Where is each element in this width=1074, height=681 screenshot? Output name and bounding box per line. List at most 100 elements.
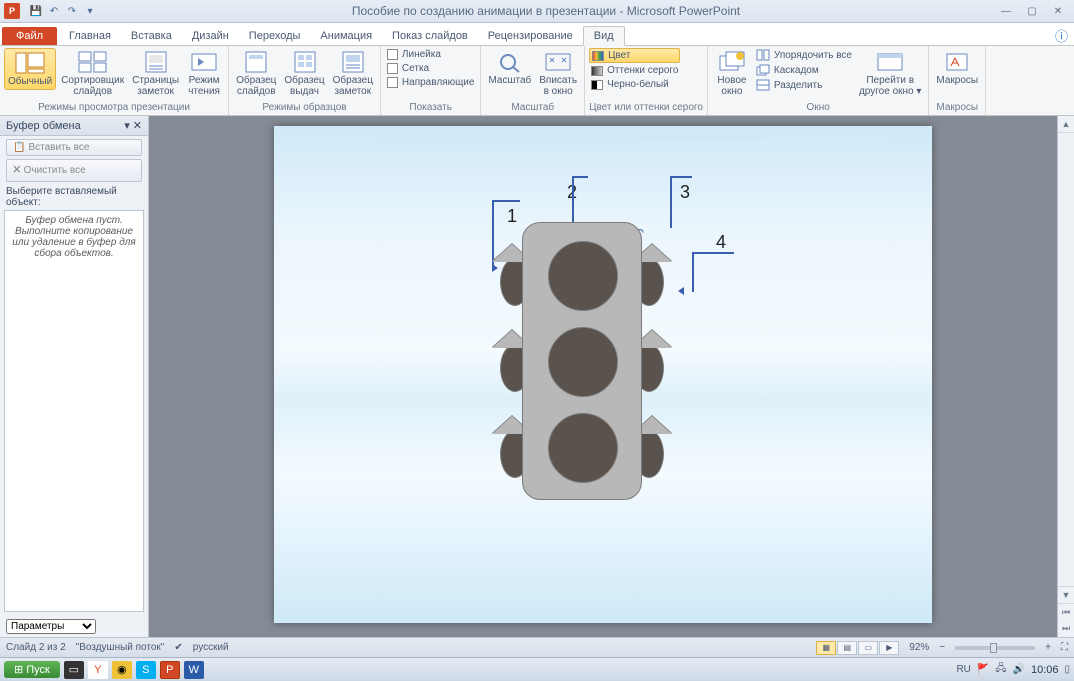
tab-animation[interactable]: Анимация: [310, 27, 382, 45]
close-button[interactable]: ✕: [1046, 3, 1070, 19]
arrange-all-button[interactable]: Упорядочить все: [754, 48, 854, 62]
zoom-percent[interactable]: 92%: [909, 642, 929, 653]
tray-flag-icon[interactable]: 🚩: [977, 664, 989, 675]
group-window-label: Окно: [712, 101, 925, 115]
spellcheck-icon[interactable]: ✔: [174, 642, 182, 653]
view-notes-label: Страницы заметок: [132, 75, 179, 97]
scroll-up-icon[interactable]: ▲: [1058, 116, 1074, 133]
tab-home[interactable]: Главная: [59, 27, 121, 45]
color-mode-label: Цвет: [608, 50, 630, 61]
group-macros: Макросы Макросы: [929, 46, 986, 115]
macros-button[interactable]: Макросы: [933, 48, 981, 88]
maximize-button[interactable]: ▢: [1020, 3, 1044, 19]
clipboard-task-pane: Буфер обмена ▾ ✕ 📋Вставить все 🗙Очистить…: [0, 116, 149, 637]
tab-insert[interactable]: Вставка: [121, 27, 182, 45]
start-button[interactable]: ⊞Пуск: [4, 661, 60, 678]
view-reading-button[interactable]: Режим чтения: [184, 48, 224, 99]
guides-checkbox[interactable]: Направляющие: [385, 76, 477, 89]
tab-view[interactable]: Вид: [583, 26, 625, 46]
reading-view-shortcut[interactable]: ▭: [858, 641, 878, 655]
master-handout-button[interactable]: Образец выдач: [281, 48, 327, 99]
ruler-checkbox[interactable]: Линейка: [385, 48, 477, 61]
taskbar-yandex-icon[interactable]: Y: [88, 661, 108, 679]
taskbar-word-icon[interactable]: W: [184, 661, 204, 679]
tray-show-desktop[interactable]: ▯: [1064, 664, 1070, 675]
prev-slide-icon[interactable]: ⏮: [1062, 607, 1070, 618]
next-slide-icon[interactable]: ⏭: [1062, 623, 1070, 634]
split-button[interactable]: Разделить: [754, 78, 854, 92]
slide-canvas[interactable]: 1 2 3 ↶ 4: [274, 126, 932, 623]
redo-icon[interactable]: ↷: [64, 3, 80, 19]
ribbon: Обычный Сортировщик слайдов Страницы зам…: [0, 46, 1074, 116]
view-normal-button[interactable]: Обычный: [4, 48, 56, 90]
taskbar-app-1[interactable]: ▭: [64, 661, 84, 679]
tab-review[interactable]: Рецензирование: [478, 27, 583, 45]
system-tray: RU 🚩 🖧 🔊 10:06 ▯: [956, 661, 1070, 678]
help-icon[interactable]: ⓘ: [1055, 26, 1068, 45]
taskbar-powerpoint-icon[interactable]: P: [160, 661, 180, 679]
zoom-out-button[interactable]: −: [939, 642, 945, 653]
grayscale-mode-button[interactable]: Оттенки серого: [589, 64, 680, 77]
tab-slideshow[interactable]: Показ слайдов: [382, 27, 478, 45]
view-sorter-button[interactable]: Сортировщик слайдов: [58, 48, 127, 99]
scroll-down-icon[interactable]: ▼: [1058, 586, 1074, 603]
callout-line-2h: [572, 176, 588, 178]
taskpane-close-icon[interactable]: ✕: [133, 120, 142, 132]
tray-network-icon[interactable]: 🖧: [995, 661, 1006, 678]
traffic-light-body: [522, 222, 642, 500]
zoom-label: Масштаб: [488, 75, 531, 86]
sorter-view-shortcut[interactable]: ▤: [837, 641, 857, 655]
view-reading-label: Режим чтения: [188, 75, 220, 97]
window-title: Пособие по созданию анимации в презентац…: [98, 4, 994, 18]
fit-to-window-button[interactable]: ⛶: [1061, 642, 1068, 653]
language-status[interactable]: русский: [193, 642, 229, 653]
color-mode-button[interactable]: Цвет: [589, 48, 680, 63]
windows-taskbar: ⊞Пуск ▭ Y ◉ S P W RU 🚩 🖧 🔊 10:06 ▯: [0, 657, 1074, 681]
vertical-scrollbar[interactable]: ▲ ▼ ⏮ ⏭: [1057, 116, 1074, 637]
slide-counter: Слайд 2 из 2: [6, 642, 66, 653]
sorter-view-icon: [77, 50, 109, 74]
zoom-in-button[interactable]: +: [1045, 642, 1051, 653]
grid-checkbox[interactable]: Сетка: [385, 62, 477, 75]
normal-view-shortcut[interactable]: ▦: [816, 641, 836, 655]
zoom-button[interactable]: Масштаб: [485, 48, 534, 88]
paste-all-button[interactable]: 📋Вставить все: [6, 139, 142, 156]
fit-window-label: Вписать в окно: [539, 75, 577, 97]
cascade-button[interactable]: Каскадом: [754, 63, 854, 77]
cascade-label: Каскадом: [774, 65, 819, 76]
scroll-track[interactable]: [1058, 133, 1074, 586]
slide-workspace[interactable]: 1 2 3 ↶ 4: [149, 116, 1057, 637]
taskbar-chrome-icon[interactable]: ◉: [112, 661, 132, 679]
master-notes-button[interactable]: Образец заметок: [330, 48, 376, 99]
tab-transitions[interactable]: Переходы: [239, 27, 311, 45]
zoom-slider[interactable]: [955, 646, 1035, 650]
callout-line-3h: [670, 176, 692, 178]
minimize-button[interactable]: —: [994, 3, 1018, 19]
title-bar: P 💾 ↶ ↷ ▾ Пособие по созданию анимации в…: [0, 0, 1074, 23]
options-dropdown[interactable]: Параметры: [6, 619, 96, 634]
switch-window-button[interactable]: Перейти в другое окно ▾: [856, 48, 924, 99]
traffic-light-shape[interactable]: [522, 222, 642, 500]
new-window-button[interactable]: Новое окно: [712, 48, 752, 99]
tab-design[interactable]: Дизайн: [182, 27, 239, 45]
clear-all-button[interactable]: 🗙Очистить все: [6, 159, 142, 182]
slideshow-shortcut[interactable]: ▶: [879, 641, 899, 655]
tray-volume-icon[interactable]: 🔊: [1013, 664, 1025, 675]
undo-icon[interactable]: ↶: [46, 3, 62, 19]
group-zoom: Масштаб Вписать в окно Масштаб: [481, 46, 585, 115]
master-slide-button[interactable]: Образец слайдов: [233, 48, 279, 99]
bw-mode-button[interactable]: Черно-белый: [589, 78, 680, 91]
fit-window-button[interactable]: Вписать в окно: [536, 48, 580, 99]
qat-dropdown-icon[interactable]: ▾: [82, 3, 98, 19]
zoom-icon: [494, 50, 526, 74]
split-label: Разделить: [774, 80, 822, 91]
tray-lang[interactable]: RU: [956, 664, 970, 675]
view-notes-button[interactable]: Страницы заметок: [129, 48, 182, 99]
save-icon[interactable]: 💾: [28, 3, 44, 19]
master-handout-label: Образец выдач: [284, 75, 324, 97]
notes-master-icon: [337, 50, 369, 74]
file-tab[interactable]: Файл: [2, 27, 57, 45]
taskpane-menu-icon[interactable]: ▾: [124, 120, 130, 132]
taskbar-skype-icon[interactable]: S: [136, 661, 156, 679]
tray-clock[interactable]: 10:06: [1031, 664, 1059, 676]
